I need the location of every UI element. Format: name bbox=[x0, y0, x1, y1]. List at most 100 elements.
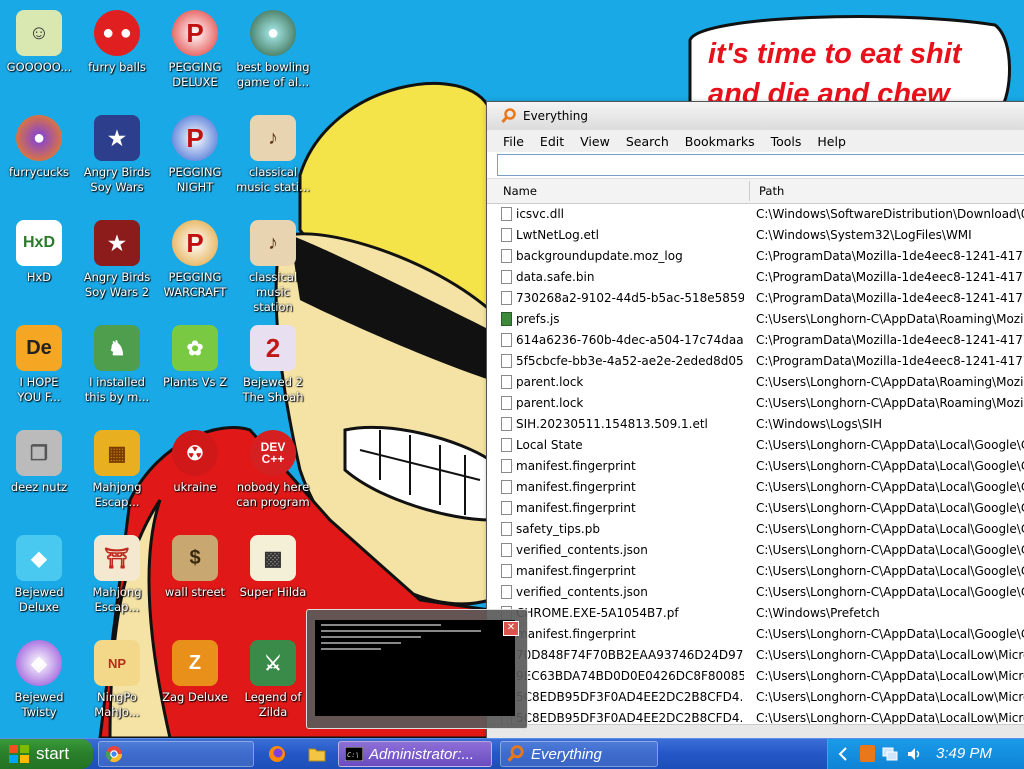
desktop-icon-super-hilda[interactable]: ▩ Super Hilda bbox=[234, 531, 312, 631]
desktop-icon-hxd[interactable]: HxD HxD bbox=[0, 216, 78, 316]
table-row[interactable]: parent.lock C:\Users\Longhorn-C\AppData\R… bbox=[487, 393, 1024, 414]
column-divider[interactable] bbox=[749, 181, 750, 201]
plant-icon: ✿ bbox=[172, 325, 218, 371]
desktop-icon-zag-deluxe[interactable]: Z Zag Deluxe bbox=[156, 636, 234, 736]
table-row[interactable]: LwtNetLog.etl C:\Windows\System32\LogFile… bbox=[487, 225, 1024, 246]
angry-birds-2-icon: ★ bbox=[94, 220, 140, 266]
taskbar-button-administrator[interactable]: C:\ Administrator:... bbox=[338, 741, 492, 767]
menu-edit[interactable]: Edit bbox=[532, 134, 572, 149]
volume-icon[interactable] bbox=[906, 746, 922, 762]
taskbar-button-everything[interactable]: Everything bbox=[500, 741, 658, 767]
bejeweled-2-icon: 2 bbox=[250, 325, 296, 371]
desktop-icon-i-installed[interactable]: ♞ I installed this by m... bbox=[78, 321, 156, 421]
table-row[interactable]: 614a6236-760b-4dec-a504-17c74daab187C:\P… bbox=[487, 330, 1024, 351]
desktop-icon-furrycucks[interactable]: ● furrycucks bbox=[0, 111, 78, 211]
desktop-icon-classical-music-1[interactable]: ♪ classical music stati... bbox=[234, 111, 312, 211]
column-path-header[interactable]: Path bbox=[759, 184, 784, 198]
desktop-icon-angry-birds-soy-wars[interactable]: ★ Angry Birds Soy Wars bbox=[78, 111, 156, 211]
table-row[interactable]: 9EC63BDA74BD0D0E0426DC8F80085... C:\Users… bbox=[487, 666, 1024, 687]
chrome-taskbar-button[interactable] bbox=[98, 741, 254, 767]
desktop-icon-pegging-night[interactable]: P PEGGING NIGHT bbox=[156, 111, 234, 211]
desktop-icon-i-hope-you[interactable]: De I HOPE YOU F... bbox=[0, 321, 78, 421]
desktop-icon-pegging-deluxe[interactable]: P PEGGING DELUXE bbox=[156, 6, 234, 106]
desktop-icon-bejewed-twisty[interactable]: ◈ Bejewed Twisty bbox=[0, 636, 78, 736]
explorer-quicklaunch[interactable] bbox=[304, 741, 330, 767]
table-row[interactable]: manifest.fingerprint C:\Users\Longhorn-C\… bbox=[487, 624, 1024, 645]
desktop-icon-legend-of-zilda[interactable]: ⚔ Legend of Zilda bbox=[234, 636, 312, 736]
search-input[interactable] bbox=[497, 154, 1024, 176]
results-list: icsvc.dll C:\Windows\SoftwareDistribution… bbox=[487, 204, 1024, 729]
script-file-icon bbox=[501, 312, 512, 326]
svg-text:C:\: C:\ bbox=[347, 751, 360, 759]
desktop-icon-mahjong-escape-2[interactable]: ⛩ Mahjong Escap... bbox=[78, 531, 156, 631]
table-row[interactable]: manifest.fingerprint C:\Users\Longhorn-C\… bbox=[487, 456, 1024, 477]
desktop-icon-furry-balls[interactable]: ● ● furry balls bbox=[78, 6, 156, 106]
table-row[interactable]: 5f5cbcfe-bb3e-4a52-ae2e-2eded8d053b0 C:\P… bbox=[487, 351, 1024, 372]
taskbar: start C:\ Administrator:... Everything 3… bbox=[0, 738, 1024, 769]
table-row[interactable]: SIH.20230511.154813.509.1.etl C:\Windows\… bbox=[487, 414, 1024, 435]
mahjong-tile-icon: ▦ bbox=[94, 430, 140, 476]
table-row[interactable]: backgroundupdate.moz_log C:\ProgramData\M… bbox=[487, 246, 1024, 267]
desktop-icon-ningpo-mahjong[interactable]: NP NingPo MahJo... bbox=[78, 636, 156, 736]
table-row[interactable]: 5C8EDB95DF3F0AD4EE2DC2B8CFD4... C:\Users\… bbox=[487, 687, 1024, 708]
desktop-icon-angry-birds-soy-wars-2[interactable]: ★ Angry Birds Soy Wars 2 bbox=[78, 216, 156, 316]
hxd-icon: HxD bbox=[16, 220, 62, 266]
file-icon bbox=[501, 291, 512, 305]
desktop-icon-pegging-warcraft[interactable]: P PEGGING WARCRAFT bbox=[156, 216, 234, 316]
table-row[interactable]: Local State C:\Users\Longhorn-C\AppData\L… bbox=[487, 435, 1024, 456]
table-row[interactable]: manifest.fingerprint C:\Users\Longhorn-C\… bbox=[487, 561, 1024, 582]
menu-help[interactable]: Help bbox=[809, 134, 854, 149]
tray-app-icon[interactable] bbox=[860, 745, 875, 762]
desktop-icon-deez-nutz[interactable]: ❐ deez nutz bbox=[0, 426, 78, 526]
table-row[interactable]: 730268a2-9102-44d5-b5ac-518e5859fcff C:\P… bbox=[487, 288, 1024, 309]
menu-bookmarks[interactable]: Bookmarks bbox=[677, 134, 763, 149]
windows-logo-icon bbox=[9, 745, 29, 763]
table-row[interactable]: manifest.fingerprint C:\Users\Longhorn-C\… bbox=[487, 477, 1024, 498]
clock[interactable]: 3:49 PM bbox=[936, 745, 992, 762]
menu-view[interactable]: View bbox=[572, 134, 618, 149]
file-icon bbox=[501, 459, 512, 473]
torii-icon: ⛩ bbox=[94, 535, 140, 581]
table-row[interactable]: icsvc.dll C:\Windows\SoftwareDistribution… bbox=[487, 204, 1024, 225]
table-row[interactable]: 70D848F74F70BB2EAA93746D24D97... C:\Users… bbox=[487, 645, 1024, 666]
table-row[interactable]: verified_contents.json C:\Users\Longhorn-… bbox=[487, 582, 1024, 603]
magnifier-icon bbox=[501, 108, 516, 123]
file-icon bbox=[501, 396, 512, 410]
table-row[interactable]: prefs.js C:\Users\Longhorn-C\AppData\Roam… bbox=[487, 309, 1024, 330]
table-row[interactable]: CHROME.EXE-5A1054B7.pf C:\Windows\Prefetc… bbox=[487, 603, 1024, 624]
devcpp-icon: DEV C++ bbox=[250, 430, 296, 476]
desktop-icon-classical-music-2[interactable]: ♪ classical music station bbox=[234, 216, 312, 316]
chrome-icon bbox=[105, 746, 123, 763]
menu-search[interactable]: Search bbox=[618, 134, 677, 149]
desktop-icon-wall-street[interactable]: $ wall street bbox=[156, 531, 234, 631]
desktop-icon-bejewed-deluxe[interactable]: ◆ Bejewed Deluxe bbox=[0, 531, 78, 631]
column-name-header[interactable]: Name bbox=[503, 184, 537, 198]
network-icon[interactable] bbox=[882, 746, 898, 762]
desktop-icon-bejewed-2[interactable]: 2 Bejewed 2 The Shoah bbox=[234, 321, 312, 421]
table-row[interactable]: safety_tips.pb C:\Users\Longhorn-C\AppDat… bbox=[487, 519, 1024, 540]
desktop-icon-best-bowling[interactable]: ● best bowling game of al... bbox=[234, 6, 312, 106]
window-title: Everything bbox=[523, 109, 588, 123]
desktop-icon-gooooo[interactable]: ☺ GOOOOO... bbox=[0, 6, 78, 106]
table-row[interactable]: data.safe.bin C:\ProgramData\Mozilla-1de4… bbox=[487, 267, 1024, 288]
desktop-icon-mahjong-escape-1[interactable]: ▦ Mahjong Escap... bbox=[78, 426, 156, 526]
file-icon bbox=[501, 522, 512, 536]
stacked-windows-icon: ❐ bbox=[16, 430, 62, 476]
everything-title-bar[interactable]: Everything bbox=[487, 102, 1024, 130]
close-icon[interactable]: ✕ bbox=[503, 621, 519, 636]
table-row[interactable]: manifest.fingerprint C:\Users\Longhorn-C\… bbox=[487, 498, 1024, 519]
desktop-icon-ukraine[interactable]: ☢ ukraine bbox=[156, 426, 234, 526]
menu-tools[interactable]: Tools bbox=[763, 134, 810, 149]
start-button[interactable]: start bbox=[0, 739, 93, 769]
chevron-left-icon[interactable] bbox=[838, 747, 848, 761]
table-row[interactable]: verified_contents.json C:\Users\Longhorn-… bbox=[487, 540, 1024, 561]
diamond-icon: ◆ bbox=[16, 535, 62, 581]
desktop-icon-nobody-here[interactable]: DEV C++ nobody here can program bbox=[234, 426, 312, 526]
file-icon bbox=[501, 228, 512, 242]
taskbar-thumbnail-preview[interactable]: ✕ bbox=[306, 609, 528, 729]
table-row[interactable]: parent.lock C:\Users\Longhorn-C\AppData\R… bbox=[487, 372, 1024, 393]
money-bag-icon: $ bbox=[172, 535, 218, 581]
menu-file[interactable]: File bbox=[495, 134, 532, 149]
firefox-quicklaunch[interactable] bbox=[264, 741, 290, 767]
desktop-icon-plants-vs-z[interactable]: ✿ Plants Vs Z bbox=[156, 321, 234, 421]
